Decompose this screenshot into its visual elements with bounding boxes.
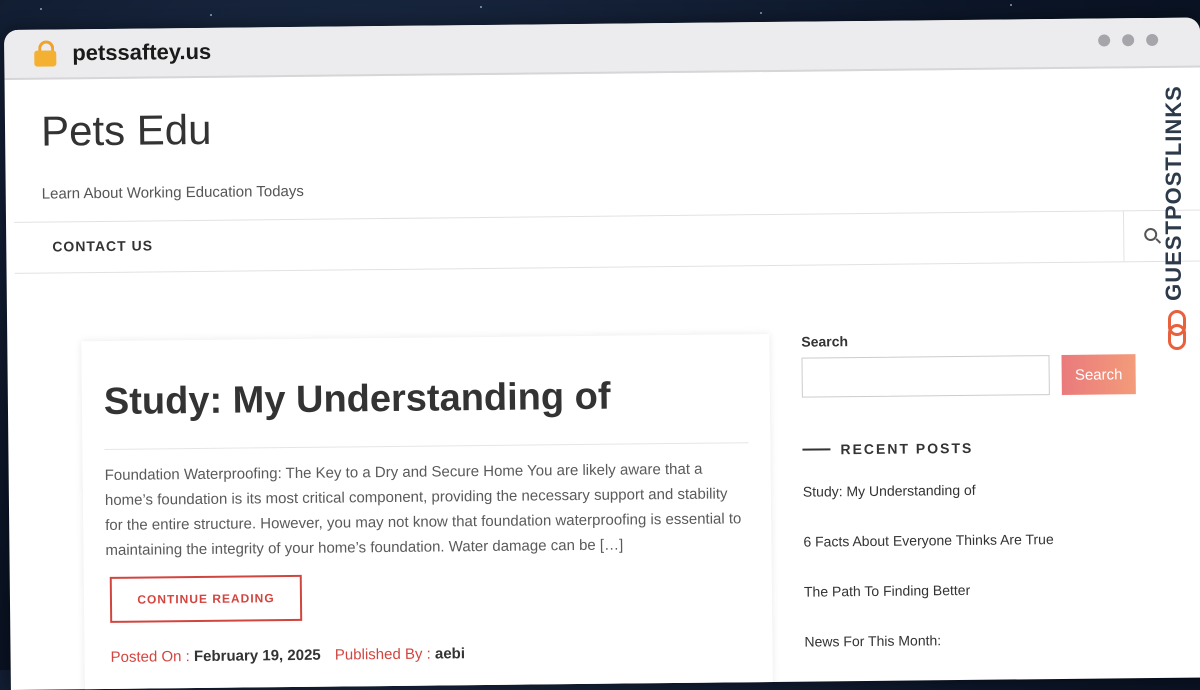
recent-post-link[interactable]: 6 Facts About Everyone Thinks Are True (803, 531, 1054, 584)
site-title[interactable]: Pets Edu (41, 106, 212, 156)
post-title-divider (104, 442, 749, 450)
star (40, 8, 42, 10)
lock-icon (34, 40, 57, 67)
window-controls (1098, 33, 1159, 47)
guestpostlinks-watermark: GUESTPOSTLINKS (1150, 60, 1200, 360)
window-dot[interactable] (1122, 34, 1135, 47)
heading-rule (802, 448, 831, 451)
post-author[interactable]: aebi (435, 645, 465, 662)
recent-posts-heading: RECENT POSTS (802, 440, 973, 458)
search-input[interactable] (801, 355, 1050, 398)
nav-item-contact-us[interactable]: CONTACT US (52, 237, 153, 254)
browser-window: petssaftey.us Pets Edu Learn About Worki… (4, 17, 1200, 690)
web-page: Pets Edu Learn About Working Education T… (5, 67, 1200, 690)
recent-post-link[interactable]: News For This Month: (804, 631, 1055, 684)
posted-on-label: Posted On : (110, 648, 190, 666)
post-card: Study: My Understanding of Foundation Wa… (81, 334, 773, 690)
search-label: Search (801, 333, 849, 350)
sidebar: Search Search RECENT POSTS Study: My Und… (797, 330, 1137, 650)
recent-post-link[interactable]: Study: My Understanding of (803, 481, 1054, 534)
site-tagline: Learn About Working Education Todays (41, 182, 304, 203)
star (480, 6, 482, 8)
window-dot[interactable] (1098, 34, 1111, 47)
recent-posts-title: RECENT POSTS (840, 439, 974, 458)
recent-post-link[interactable]: The Path To Finding Better (804, 581, 1055, 634)
link-chain-icon (1168, 310, 1186, 350)
post-date[interactable]: February 19, 2025 (194, 647, 321, 665)
star (1010, 4, 1012, 6)
window-dot[interactable] (1146, 33, 1159, 47)
continue-reading-button[interactable]: CONTINUE READING (109, 574, 303, 623)
star (210, 14, 212, 16)
recent-posts-list: Study: My Understanding of 6 Facts About… (803, 481, 1055, 684)
post-meta: Posted On : February 19, 2025 Published … (110, 645, 475, 666)
search-submit-button[interactable]: Search (1061, 354, 1136, 395)
post-title[interactable]: Study: My Understanding of (104, 376, 611, 424)
star (760, 12, 762, 14)
post-excerpt: Foundation Waterproofing: The Key to a D… (104, 460, 742, 559)
published-by-label: Published By : (334, 645, 431, 664)
address-bar-url[interactable]: petssaftey.us (72, 39, 211, 66)
watermark-text: GUESTPOSTLINKS (1161, 85, 1186, 301)
